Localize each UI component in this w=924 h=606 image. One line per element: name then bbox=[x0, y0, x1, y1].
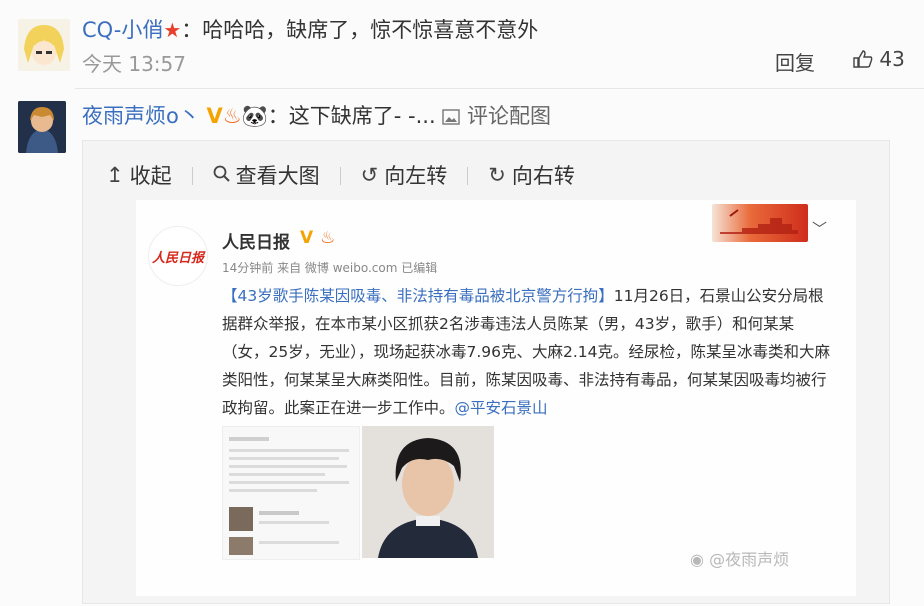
image-icon bbox=[442, 104, 467, 128]
rotate-right-button[interactable]: ↻ 向右转 bbox=[488, 160, 575, 190]
weibo-logo-icon: ◉ bbox=[690, 550, 704, 569]
comment-image-label: 评论配图 bbox=[467, 104, 552, 128]
panda-icon: 🐼 bbox=[241, 104, 268, 128]
collapse-icon: ↥ bbox=[106, 163, 124, 187]
like-button[interactable]: 43 bbox=[853, 47, 905, 71]
comment-line: CQ-小俏★：哈哈哈，缺席了，惊不惊喜意不意外 bbox=[82, 14, 538, 44]
comment-image-link[interactable]: 评论配图 bbox=[442, 104, 551, 128]
rotate-left-icon: ↺ bbox=[360, 163, 379, 187]
comment-text: ：哈哈哈，缺席了，惊不惊喜意不意外 bbox=[181, 18, 539, 42]
mention-link[interactable]: @平安石景山 bbox=[455, 399, 548, 417]
verified-icon: V bbox=[300, 228, 314, 248]
fire-badge-icon: ♨ bbox=[320, 228, 336, 248]
rotate-left-button[interactable]: ↺ 向左转 bbox=[361, 160, 448, 190]
username-link[interactable]: 夜雨声烦o丶 bbox=[82, 104, 200, 128]
comment-text: ：这下缺席了- -... bbox=[267, 104, 436, 128]
collapse-label: 收起 bbox=[129, 164, 172, 188]
reply-button[interactable]: 回复 bbox=[775, 47, 815, 76]
post-headline: 【43岁歌手陈某因吸毒、非法持有毒品被北京警方行拘】 bbox=[222, 287, 614, 305]
post-body: 【43岁歌手陈某因吸毒、非法持有毒品被北京警方行拘】11月26日，石景山公安分局… bbox=[222, 282, 836, 422]
toolbar-divider bbox=[339, 167, 341, 185]
fire-badge-icon: ♨ bbox=[222, 104, 242, 128]
divider bbox=[75, 88, 924, 89]
avatar[interactable] bbox=[18, 19, 70, 71]
post-thumbnail[interactable] bbox=[222, 426, 360, 560]
thumbs-up-icon bbox=[853, 47, 879, 71]
author-name: 人民日报 bbox=[222, 233, 290, 253]
rotate-left-label: 向左转 bbox=[384, 164, 448, 188]
comment-time: 今天 13:57 bbox=[82, 52, 186, 76]
avatar[interactable] bbox=[18, 101, 66, 153]
comment-line: 夜雨声烦o丶 V♨🐼：这下缺席了- -... 评论配图 bbox=[82, 100, 551, 130]
like-count: 43 bbox=[879, 47, 905, 71]
author-avatar: 人民日报 bbox=[148, 226, 208, 286]
view-large-label: 查看大图 bbox=[235, 164, 320, 188]
post-text: 11月26日，石景山公安分局根据群众举报，在本市某小区抓获2名涉毒违法人员陈某（… bbox=[222, 287, 830, 417]
verified-icon: V bbox=[206, 104, 223, 128]
rotate-right-label: 向右转 bbox=[511, 164, 575, 188]
watermark-text: @夜雨声烦 bbox=[709, 550, 790, 569]
rotate-right-icon: ↻ bbox=[488, 163, 506, 187]
image-toolbar: ↥ 收起 查看大图 ↺ 向左转 ↻ 向右转 bbox=[106, 160, 595, 190]
post-meta: 14分钟前 来自 微博 weibo.com 已编辑 bbox=[222, 261, 438, 275]
collapse-button[interactable]: ↥ 收起 bbox=[106, 160, 172, 190]
view-large-button[interactable]: 查看大图 bbox=[213, 160, 320, 190]
watermark: ◉ @夜雨声烦 bbox=[690, 546, 789, 570]
star-icon: ★ bbox=[163, 18, 182, 42]
username-link[interactable]: CQ-小俏 bbox=[82, 18, 163, 42]
magnifier-icon bbox=[213, 163, 230, 187]
toolbar-divider bbox=[191, 167, 193, 185]
banner-image bbox=[712, 204, 808, 242]
chevron-down-icon[interactable]: ﹀ bbox=[812, 218, 827, 239]
post-photo[interactable] bbox=[362, 426, 494, 558]
toolbar-divider bbox=[467, 167, 469, 185]
